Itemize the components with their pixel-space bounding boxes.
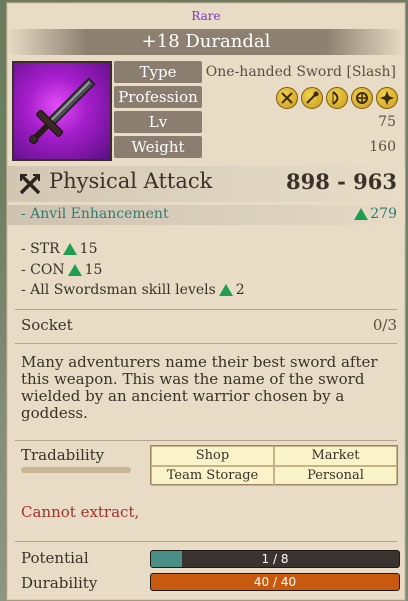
anvil-enhancement-label: - Anvil Enhancement (21, 206, 169, 222)
divider (15, 440, 397, 441)
potential-bar: 1 / 8 (150, 550, 400, 568)
tradability-label: Tradability (21, 446, 105, 464)
bonus-value: 15 (84, 262, 103, 278)
bonus-swordsman-skill: - All Swordsman skill levels 2 (21, 282, 245, 298)
divider (15, 309, 397, 310)
socket-value: 0/3 (372, 316, 397, 334)
item-rarity: Rare (191, 9, 221, 23)
anvil-enhancement-value-wrap: 279 (354, 206, 397, 222)
weight-value: 160 (369, 139, 396, 155)
profession-row: Profession (114, 86, 402, 109)
bonus-str: - STR 15 (21, 241, 97, 257)
divider (15, 541, 397, 542)
cleric-class-icon (351, 87, 373, 109)
swordsman-class-icon (276, 87, 298, 109)
level-row: Lv 75 (114, 111, 402, 133)
type-value: One-handed Sword [Slash] (205, 64, 396, 80)
sword-icon (29, 77, 96, 144)
anvil-enhancement-value: 279 (370, 206, 397, 222)
bonus-con: - CON 15 (21, 262, 102, 278)
trade-option-team-storage: Team Storage (151, 466, 274, 486)
crossed-swords-icon (19, 173, 41, 195)
bonus-value: 2 (235, 282, 245, 298)
item-icon-frame (12, 61, 112, 161)
durability-bar: 40 / 40 (150, 573, 400, 591)
profession-label: Profession (114, 86, 202, 108)
item-tooltip: Rare +18 Durandal Type One-handed Sword … (6, 2, 406, 601)
weight-row: Weight 160 (114, 136, 402, 158)
level-label: Lv (114, 111, 202, 133)
tradability-table: Shop Market Team Storage Personal (150, 445, 398, 486)
socket-label: Socket (21, 316, 73, 334)
durability-value: 40 / 40 (253, 575, 297, 589)
physical-attack-value: 898 - 963 (285, 169, 397, 194)
tradability-bar (21, 467, 131, 473)
wizard-class-icon (301, 87, 323, 109)
anvil-enhancement-row: - Anvil Enhancement 279 (7, 205, 405, 225)
potential-value: 1 / 8 (261, 552, 289, 566)
increase-arrow-icon (62, 243, 77, 255)
increase-arrow-icon (67, 264, 82, 276)
divider (15, 343, 397, 344)
trade-option-shop: Shop (151, 446, 274, 466)
level-value: 75 (378, 114, 396, 130)
extract-note: Cannot extract, (21, 503, 140, 521)
item-name: +18 Durandal (7, 29, 405, 55)
potential-label: Potential (21, 549, 89, 567)
weight-label: Weight (114, 136, 202, 158)
trade-option-personal: Personal (274, 466, 397, 486)
physical-attack-row: Physical Attack 898 - 963 (7, 166, 405, 202)
increase-arrow-icon (354, 208, 369, 220)
item-description: Many adventurers name their best sword a… (21, 353, 378, 422)
bonus-label: - All Swordsman skill levels (21, 282, 216, 298)
archer-class-icon (326, 87, 348, 109)
physical-attack-label: Physical Attack (49, 169, 213, 193)
scout-class-icon (376, 87, 398, 109)
bonus-label: - CON (21, 262, 65, 278)
trade-option-market: Market (274, 446, 397, 466)
bonus-value: 15 (79, 241, 98, 257)
profession-icons (276, 87, 398, 109)
type-label: Type (114, 61, 202, 83)
type-row: Type One-handed Sword [Slash] (114, 61, 402, 83)
increase-arrow-icon (218, 284, 233, 296)
bonus-label: - STR (21, 241, 60, 257)
durability-label: Durability (21, 574, 98, 592)
